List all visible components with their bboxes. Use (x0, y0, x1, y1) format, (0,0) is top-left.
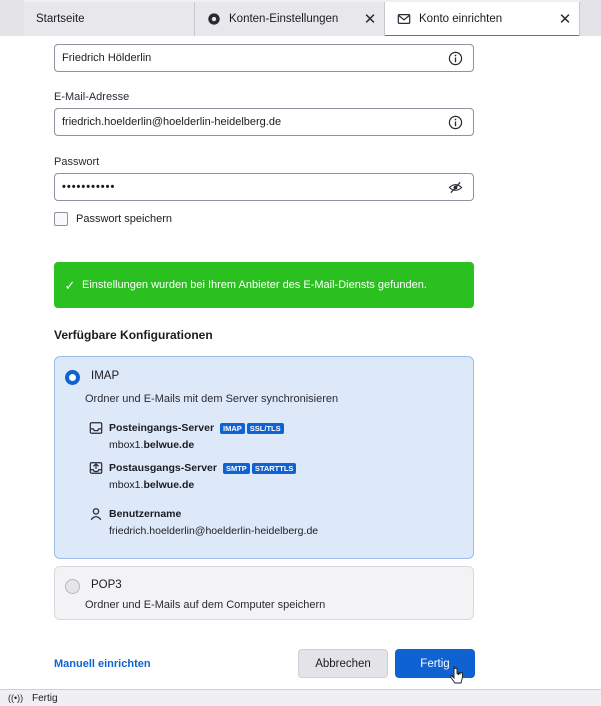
email-label: E-Mail-Adresse (54, 91, 130, 103)
tab-konten-einstellungen[interactable]: Konten-Einstellungen ✕ (194, 2, 384, 36)
host-domain: belwue.de (143, 439, 195, 451)
security-badge: SSL/TLS (246, 422, 284, 434)
tab-bar-spacer (0, 0, 24, 36)
close-icon[interactable]: ✕ (356, 10, 384, 28)
close-icon[interactable]: ✕ (551, 10, 579, 28)
success-banner: ✓ Einstellungen wurden bei Ihrem Anbiete… (54, 262, 474, 308)
success-message: Einstellungen wurden bei Ihrem Anbieter … (82, 278, 427, 291)
info-icon[interactable] (448, 51, 463, 66)
password-value: ••••••••••• (62, 181, 116, 193)
tab-label: Konto einrichten (419, 13, 503, 25)
tab-label: Konten-Einstellungen (229, 13, 339, 25)
outgoing-host: mbox1.belwue.de (109, 479, 296, 491)
save-password-row[interactable]: Passwort speichern (54, 212, 172, 226)
host-prefix: mbox1. (109, 479, 144, 491)
imap-description: Ordner und E-Mails mit dem Server synchr… (85, 393, 339, 405)
tab-konto-einrichten[interactable]: Konto einrichten ✕ (384, 2, 580, 36)
cancel-button[interactable]: Abbrechen (298, 649, 388, 678)
pop3-description: Ordner und E-Mails auf dem Computer spei… (85, 599, 326, 611)
config-card-imap[interactable]: IMAP Ordner und E-Mails mit dem Server s… (54, 356, 474, 559)
imap-title: IMAP (91, 370, 120, 382)
incoming-host: mbox1.belwue.de (109, 439, 284, 451)
checkmark-icon: ✓ (64, 277, 76, 293)
username-info: Benutzername friedrich.hoelderlin@hoelde… (89, 507, 318, 537)
outgoing-server: Postausgangs-Server SMTP STARTTLS mbox1.… (89, 461, 297, 491)
manual-setup-link[interactable]: Manuell einrichten (54, 658, 151, 670)
pop3-radio[interactable] (65, 579, 80, 594)
protocol-badge: SMTP (222, 462, 250, 474)
inbox-icon (89, 422, 103, 434)
host-prefix: mbox1. (109, 439, 144, 451)
activity-icon: ((•)) (8, 693, 24, 703)
mouse-cursor-icon (450, 666, 463, 684)
configurations-title: Verfügbare Konfigurationen (54, 328, 213, 342)
email-field[interactable]: friedrich.hoelderlin@hoelderlin-heidelbe… (54, 108, 474, 136)
email-value: friedrich.hoelderlin@hoelderlin-heidelbe… (62, 116, 282, 128)
name-field[interactable]: Friedrich Hölderlin (54, 44, 474, 72)
incoming-server: Posteingangs-Server IMAP SSL/TLS mbox1.b… (89, 421, 284, 451)
username-value: friedrich.hoelderlin@hoelderlin-heidelbe… (109, 525, 319, 537)
imap-radio[interactable] (65, 370, 80, 385)
save-password-label: Passwort speichern (76, 213, 172, 225)
tab-bar-spacer (580, 0, 601, 36)
pop3-title: POP3 (91, 579, 122, 591)
gear-icon (208, 13, 220, 25)
info-icon[interactable] (448, 115, 463, 130)
username-label: Benutzername (109, 508, 182, 520)
user-icon (90, 508, 102, 521)
tab-bar: Startseite Konten-Einstellungen ✕ Konto … (0, 0, 601, 36)
status-text: Fertig (32, 692, 58, 704)
outbox-icon (89, 462, 103, 474)
eye-slash-icon[interactable] (448, 180, 463, 195)
status-bar: ((•)) Fertig (0, 689, 601, 706)
security-badge: STARTTLS (251, 462, 297, 474)
incoming-server-label: Posteingangs-Server (109, 422, 215, 434)
outgoing-server-label: Postausgangs-Server (109, 462, 217, 474)
tab-startseite[interactable]: Startseite (24, 2, 194, 36)
config-card-pop3[interactable]: POP3 Ordner und E-Mails auf dem Computer… (54, 566, 474, 620)
protocol-badge: IMAP (220, 422, 245, 434)
save-password-checkbox[interactable] (54, 212, 68, 226)
password-label: Passwort (54, 156, 100, 168)
account-setup-window: { "tabs": [ {"label": "Startseite"}, {"l… (0, 0, 601, 706)
host-domain: belwue.de (143, 479, 195, 491)
envelope-icon (397, 14, 411, 24)
name-value: Friedrich Hölderlin (62, 52, 152, 64)
tab-label: Startseite (36, 13, 85, 25)
password-field[interactable]: ••••••••••• (54, 173, 474, 201)
